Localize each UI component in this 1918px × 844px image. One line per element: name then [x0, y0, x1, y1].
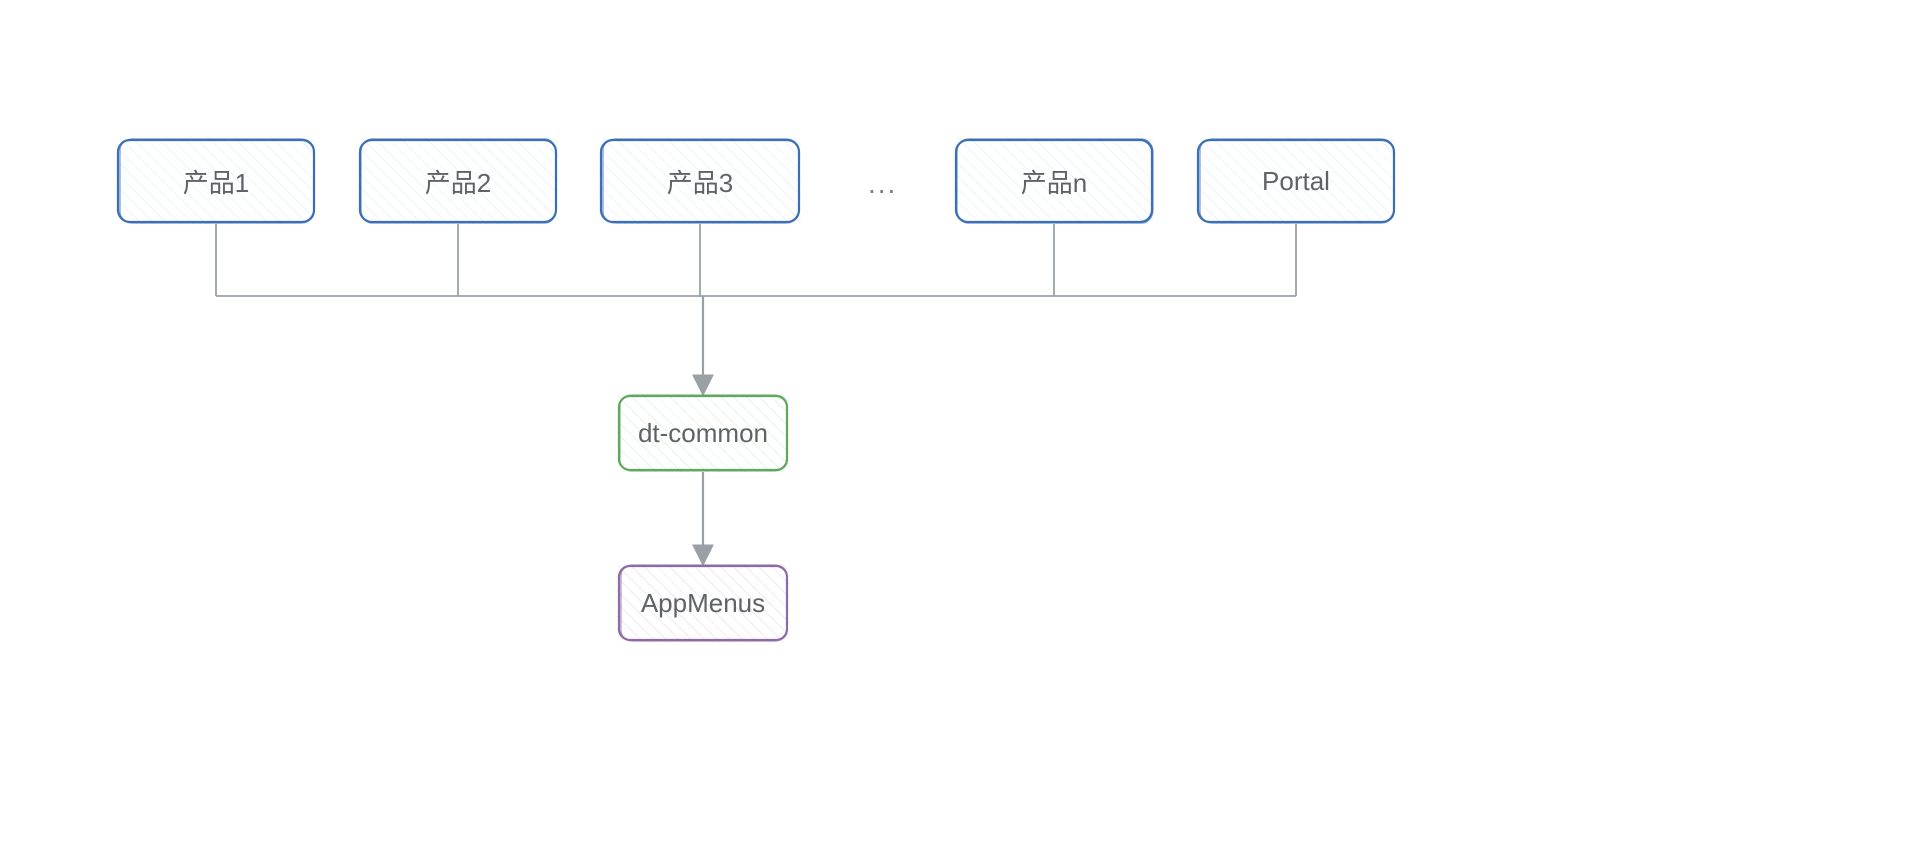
node-product3: 产品3: [599, 138, 801, 224]
node-product2: 产品2: [358, 138, 558, 224]
node-label: Portal: [1262, 166, 1330, 197]
node-label: AppMenus: [641, 588, 765, 619]
ellipsis: ...: [868, 168, 897, 200]
node-dt-common: dt-common: [617, 394, 789, 472]
node-product-n: 产品n: [954, 138, 1154, 224]
node-label: 产品1: [183, 163, 249, 200]
node-label: 产品n: [1021, 163, 1087, 200]
node-app-menus: AppMenus: [617, 564, 789, 642]
node-label: 产品3: [667, 163, 733, 200]
connectors: [0, 0, 1918, 844]
node-portal: Portal: [1196, 138, 1396, 224]
node-product1: 产品1: [116, 138, 316, 224]
node-label: dt-common: [638, 418, 768, 449]
diagram-canvas: 产品1 产品2 产品3 ... 产品n Portal: [0, 0, 1918, 844]
node-label: 产品2: [425, 163, 491, 200]
